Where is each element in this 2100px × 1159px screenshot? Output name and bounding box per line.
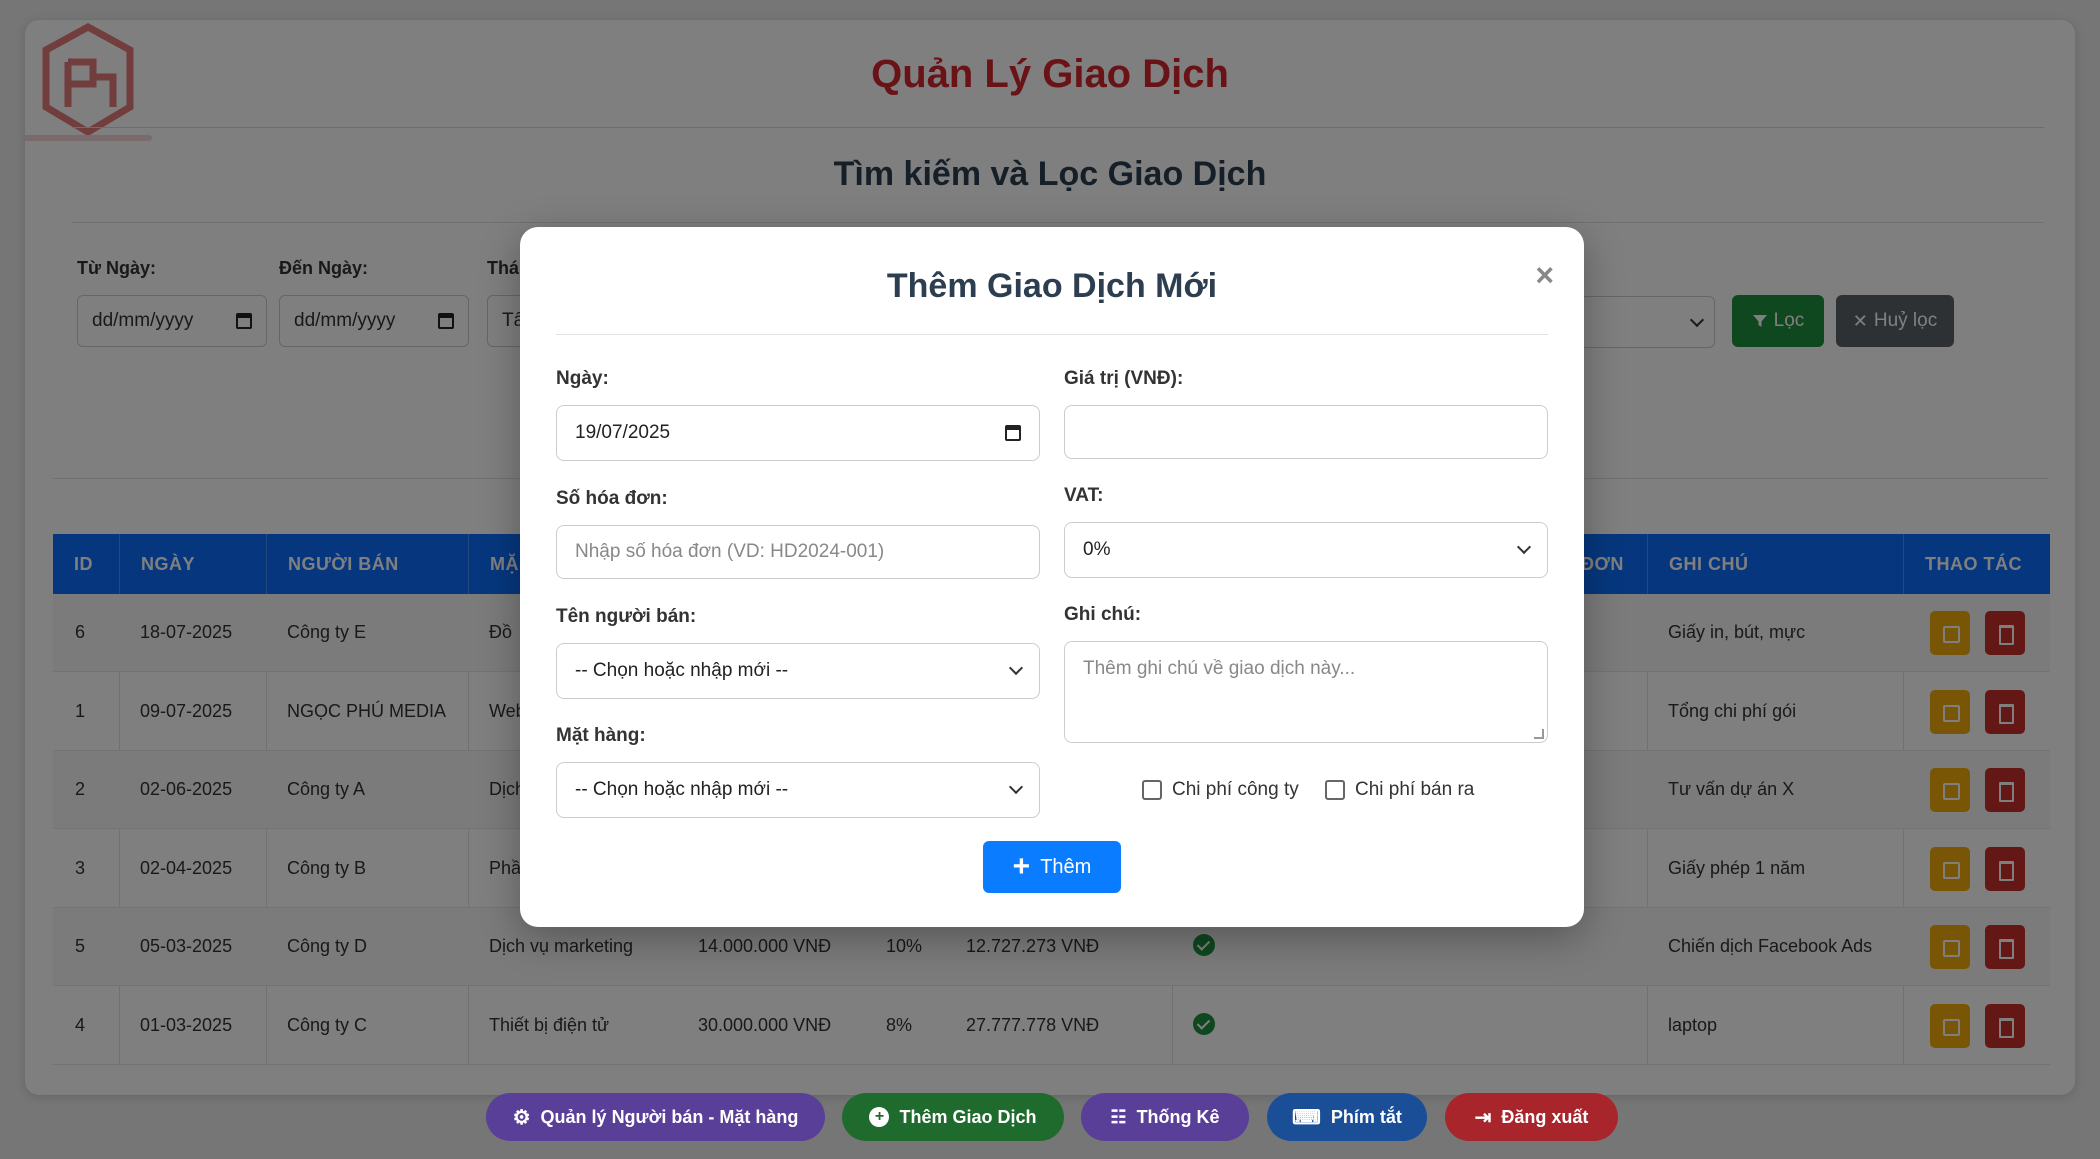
seller-label: Tên người bán: [556,606,697,627]
plus-circle-icon: + [869,1107,890,1127]
plus-icon: + [1012,850,1031,883]
modal-title: Thêm Giao Dịch Mới [886,267,1218,305]
seller-value: -- Chọn hoặc nhập mới -- [575,660,789,681]
add-transaction-label: Thêm Giao Dịch [899,1106,1037,1127]
shortcuts-label: Phím tắt [1330,1106,1402,1127]
note-label: Ghi chú: [1064,604,1142,625]
seller-select[interactable]: -- Chọn hoặc nhập mới -- [556,643,1040,699]
resize-handle[interactable] [1534,729,1544,739]
sale-expense-label: Chi phí bán ra [1355,779,1475,800]
logout-icon: ⇥ [1474,1106,1492,1129]
chevron-down-icon [1516,539,1532,555]
vat-value: 0% [1083,539,1111,560]
item-label: Mặt hàng: [556,725,646,746]
add-transaction-button[interactable]: + Thêm Giao Dịch [842,1093,1064,1141]
invoice-input[interactable]: Nhập số hóa đơn (VD: HD2024-001) [556,525,1040,579]
date-label: Ngày: [556,368,609,389]
invoice-placeholder: Nhập số hóa đơn (VD: HD2024-001) [575,541,885,562]
keyboard-icon: ⌨ [1292,1106,1321,1129]
manage-sellers-label: Quản lý Người bán - Mặt hàng [540,1106,799,1127]
vat-label: VAT: [1064,485,1104,506]
company-expense-label: Chi phí công ty [1172,779,1299,800]
date-input[interactable]: 19/07/2025 [556,405,1040,461]
chart-icon: ☷ [1110,1106,1127,1127]
item-select[interactable]: -- Chọn hoặc nhập mới -- [556,762,1040,818]
chevron-down-icon [1008,660,1024,676]
add-transaction-modal: Thêm Giao Dịch Mới × Ngày: 19/07/2025 Gi… [520,227,1584,927]
shortcuts-button[interactable]: ⌨ Phím tắt [1267,1093,1427,1141]
vat-select[interactable]: 0% [1064,522,1548,578]
add-button[interactable]: + Thêm [983,841,1121,893]
sale-expense-checkbox[interactable] [1325,780,1345,800]
note-textarea[interactable]: Thêm ghi chú về giao dịch này... [1064,641,1548,743]
sale-expense-option[interactable]: Chi phí bán ra [1325,779,1474,801]
add-button-label: Thêm [1040,855,1092,878]
logout-label: Đăng xuất [1501,1106,1589,1127]
statistics-button[interactable]: ☷ Thống Kê [1081,1093,1249,1141]
logout-button[interactable]: ⇥ Đăng xuất [1445,1093,1618,1141]
manage-sellers-button[interactable]: ⚙ Quản lý Người bán - Mặt hàng [486,1093,825,1141]
company-expense-checkbox[interactable] [1142,780,1162,800]
note-placeholder: Thêm ghi chú về giao dịch này... [1083,658,1356,679]
gears-icon: ⚙ [512,1106,531,1129]
divider [556,334,1548,335]
chevron-down-icon [1008,779,1024,795]
value-input[interactable] [1064,405,1548,459]
company-expense-option[interactable]: Chi phí công ty [1142,779,1299,801]
value-label: Giá trị (VNĐ): [1064,368,1184,389]
calendar-icon[interactable] [1005,425,1021,441]
invoice-label: Số hóa đơn: [556,488,668,509]
date-value: 19/07/2025 [575,422,671,443]
item-value: -- Chọn hoặc nhập mới -- [575,779,789,800]
statistics-label: Thống Kê [1136,1106,1220,1127]
close-icon[interactable]: × [1535,257,1554,294]
